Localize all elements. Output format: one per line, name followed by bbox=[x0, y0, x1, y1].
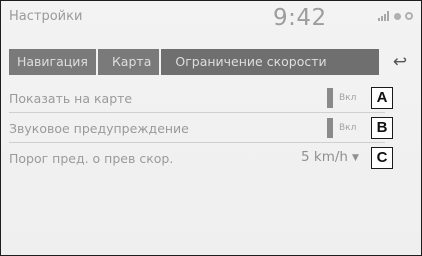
back-button[interactable]: ↩ bbox=[387, 51, 413, 73]
back-arrow-icon: ↩ bbox=[392, 52, 408, 72]
toggle-state: Вкл bbox=[339, 123, 357, 133]
breadcrumb-item-speed-limit[interactable]: Ограничение скорости bbox=[161, 49, 379, 75]
screen-title: Настройки bbox=[9, 9, 83, 24]
setting-label: Звуковое предупреждение bbox=[9, 121, 189, 136]
audio-warning-toggle[interactable]: Вкл bbox=[327, 118, 367, 138]
breadcrumb-item-map[interactable]: Карта bbox=[97, 49, 160, 75]
toggle-indicator bbox=[327, 88, 333, 108]
status-dot-icon bbox=[394, 12, 401, 20]
callout-marker: B bbox=[371, 117, 393, 139]
toggle-state: Вкл bbox=[339, 93, 357, 103]
toggle-indicator bbox=[327, 118, 333, 138]
signal-icon bbox=[378, 11, 390, 21]
setting-label: Показать на карте bbox=[9, 91, 133, 106]
callout-marker: A bbox=[371, 87, 393, 109]
system-icons bbox=[378, 11, 413, 21]
speed-threshold-select[interactable]: 5 km/h ▼ bbox=[301, 149, 359, 165]
callout-marker: C bbox=[371, 147, 393, 169]
screen-frame: Настройки 9:42 Навигация Карта Ограничен… bbox=[0, 0, 422, 256]
select-value: 5 km/h bbox=[301, 149, 348, 165]
row-divider bbox=[9, 112, 385, 113]
breadcrumb-item-navigation[interactable]: Навигация bbox=[9, 49, 96, 75]
clock: 9:42 bbox=[273, 5, 327, 31]
row-divider bbox=[9, 142, 385, 143]
breadcrumb: Навигация Карта Ограничение скорости bbox=[9, 49, 381, 75]
setting-label: Порог пред. о прев скор. bbox=[9, 151, 174, 166]
settings-row-speed-threshold[interactable]: Порог пред. о прев скор. 5 km/h ▼ C bbox=[1, 145, 421, 173]
settings-row-show-on-map[interactable]: Показать на карте Вкл A bbox=[1, 85, 421, 113]
show-on-map-toggle[interactable]: Вкл bbox=[327, 88, 367, 108]
status-bar: Настройки 9:42 bbox=[1, 1, 421, 39]
settings-icon bbox=[405, 12, 413, 20]
chevron-down-icon: ▼ bbox=[351, 153, 359, 163]
settings-row-audio-warning[interactable]: Звуковое предупреждение Вкл B bbox=[1, 115, 421, 143]
